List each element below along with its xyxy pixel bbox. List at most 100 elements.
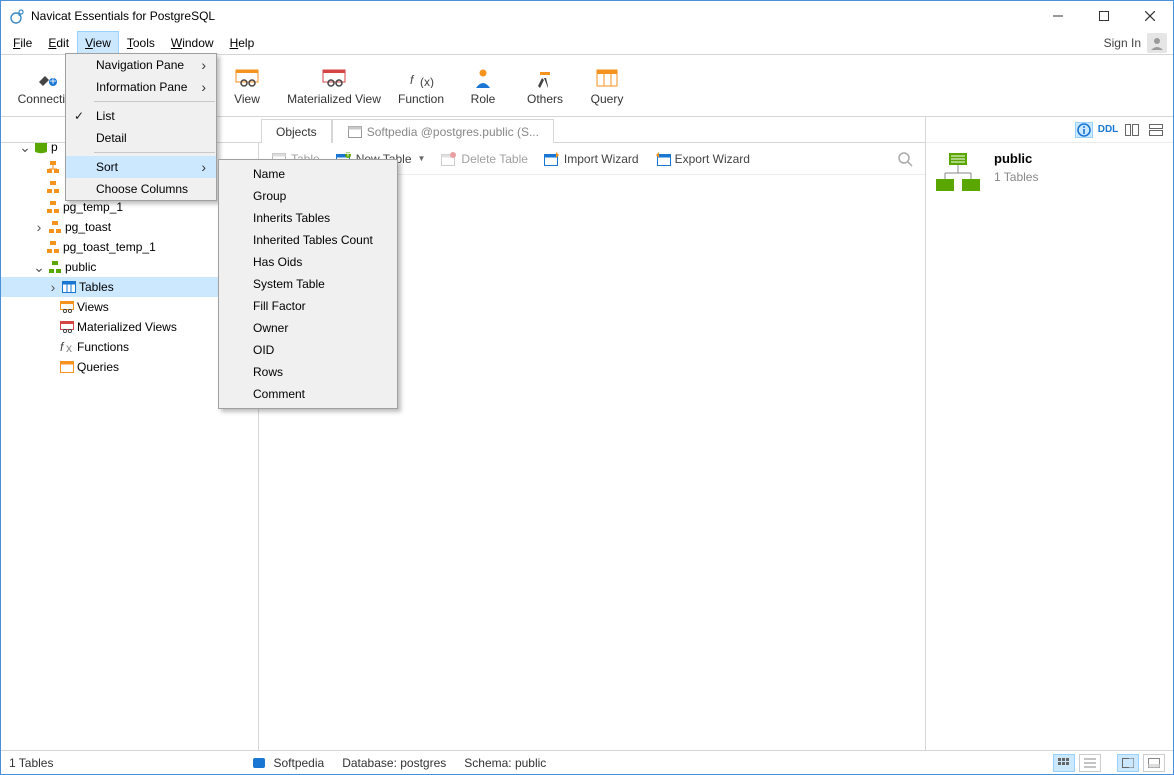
view-icon [233, 68, 261, 88]
tab-softpedia[interactable]: Softpedia @postgres.public (S... [332, 119, 554, 143]
info-general-button[interactable] [1075, 122, 1093, 138]
sort-system-table[interactable]: System Table [219, 273, 397, 295]
schema-icon [47, 259, 63, 275]
status-connection: Softpedia [251, 755, 324, 771]
search-icon[interactable] [897, 151, 919, 167]
menu-tools[interactable]: Tools [119, 31, 163, 54]
sort-fill-factor[interactable]: Fill Factor [219, 295, 397, 317]
title-bar: Navicat Essentials for PostgreSQL [1, 1, 1173, 31]
menu-bar: File Edit View Tools Window Help Sign In [1, 31, 1173, 55]
view-icon [59, 299, 75, 315]
tools-icon [531, 68, 559, 88]
toolbar-view[interactable]: View [217, 57, 277, 116]
expand-icon[interactable]: › [45, 280, 59, 294]
table-delete-icon [441, 151, 457, 167]
sort-inherits[interactable]: Inherits Tables [219, 207, 397, 229]
status-bar: 1 Tables Softpedia Database: postgres Sc… [1, 750, 1173, 774]
sort-oid[interactable]: OID [219, 339, 397, 361]
view-grid-button[interactable] [1053, 754, 1075, 772]
query-icon [59, 359, 75, 375]
sort-comment[interactable]: Comment [219, 383, 397, 405]
menu-separator [94, 101, 215, 102]
check-icon: ✓ [66, 109, 92, 123]
sort-name[interactable]: Name [219, 163, 397, 185]
schema-icon [47, 219, 63, 235]
table-icon [61, 279, 77, 295]
app-icon [9, 8, 25, 24]
panel-bottom-button[interactable] [1143, 754, 1165, 772]
menu-navigation-pane[interactable]: Navigation Pane› [66, 54, 216, 76]
tab-label: Softpedia @postgres.public (S... [367, 125, 539, 139]
cmd-export-wizard[interactable]: Export Wizard [649, 149, 756, 169]
expand-icon[interactable]: › [31, 220, 45, 234]
maximize-button[interactable] [1081, 1, 1127, 31]
info-subtitle: 1 Tables [994, 170, 1038, 184]
status-schema: Schema: public [464, 756, 546, 770]
menu-sort[interactable]: Sort› [66, 156, 216, 178]
sort-owner[interactable]: Owner [219, 317, 397, 339]
tab-objects[interactable]: Objects [261, 119, 332, 143]
info-layout2-button[interactable] [1147, 122, 1165, 138]
menu-choose-columns[interactable]: Choose Columns [66, 178, 216, 200]
matview-icon [320, 68, 348, 88]
sort-inherited-count[interactable]: Inherited Tables Count [219, 229, 397, 251]
info-title: public [994, 151, 1038, 166]
avatar-icon [1147, 33, 1167, 53]
toolbar-function[interactable]: f(x) Function [391, 57, 451, 116]
window-title: Navicat Essentials for PostgreSQL [31, 9, 215, 23]
schema-icon [45, 179, 61, 195]
info-ddl-button[interactable]: DDL [1099, 122, 1117, 138]
panel-right-button[interactable] [1117, 754, 1139, 772]
menu-window[interactable]: Window [163, 31, 222, 54]
menu-list[interactable]: ✓List [66, 105, 216, 127]
minimize-button[interactable] [1035, 1, 1081, 31]
view-list-button[interactable] [1079, 754, 1101, 772]
role-icon [469, 68, 497, 88]
chevron-down-icon[interactable]: ▼ [418, 154, 426, 163]
close-button[interactable] [1127, 1, 1173, 31]
toolbar-others[interactable]: Others [515, 57, 575, 116]
sort-has-oids[interactable]: Has Oids [219, 251, 397, 273]
server-icon [251, 755, 267, 771]
import-icon [544, 151, 560, 167]
schema-icon [45, 199, 61, 215]
sort-rows[interactable]: Rows [219, 361, 397, 383]
svg-text:+: + [49, 74, 56, 88]
toolbar-role[interactable]: Role [453, 57, 513, 116]
menu-separator [94, 152, 215, 153]
info-panel: DDL public 1 Tables [925, 117, 1173, 750]
menu-detail[interactable]: Detail [66, 127, 216, 149]
schema-icon [45, 239, 61, 255]
status-database: Database: postgres [342, 756, 446, 770]
svg-text:f: f [410, 73, 415, 87]
collapse-icon[interactable]: ⌄ [31, 260, 45, 274]
menu-information-pane[interactable]: Information Pane› [66, 76, 216, 98]
toolbar-matview[interactable]: Materialized View [279, 57, 389, 116]
svg-text:f: f [60, 340, 65, 354]
menu-edit[interactable]: Edit [40, 31, 77, 54]
plug-icon: + [34, 68, 62, 88]
table-icon [347, 124, 363, 140]
svg-text:(x): (x) [420, 75, 434, 88]
matview-icon [59, 319, 75, 335]
toolbar-query[interactable]: Query [577, 57, 637, 116]
status-count: 1 Tables [9, 756, 53, 770]
menu-view[interactable]: View [77, 31, 119, 54]
view-menu-dropdown: Navigation Pane› Information Pane› ✓List… [65, 53, 217, 201]
function-icon: f (x) [407, 68, 435, 88]
sign-in-label: Sign In [1104, 36, 1141, 50]
sign-in[interactable]: Sign In [1098, 31, 1173, 54]
export-icon [655, 151, 671, 167]
schema-icon [45, 159, 61, 175]
sort-group[interactable]: Group [219, 185, 397, 207]
menu-help[interactable]: Help [222, 31, 263, 54]
info-layout1-button[interactable] [1123, 122, 1141, 138]
menu-file[interactable]: File [5, 31, 40, 54]
cmd-delete-table[interactable]: Delete Table [435, 149, 534, 169]
function-icon: fx [59, 339, 75, 355]
sort-submenu-dropdown: Name Group Inherits Tables Inherited Tab… [218, 159, 398, 409]
tab-label: Objects [276, 125, 317, 139]
svg-text:x: x [66, 341, 72, 354]
schema-diagram-icon [934, 151, 982, 195]
cmd-import-wizard[interactable]: Import Wizard [538, 149, 645, 169]
